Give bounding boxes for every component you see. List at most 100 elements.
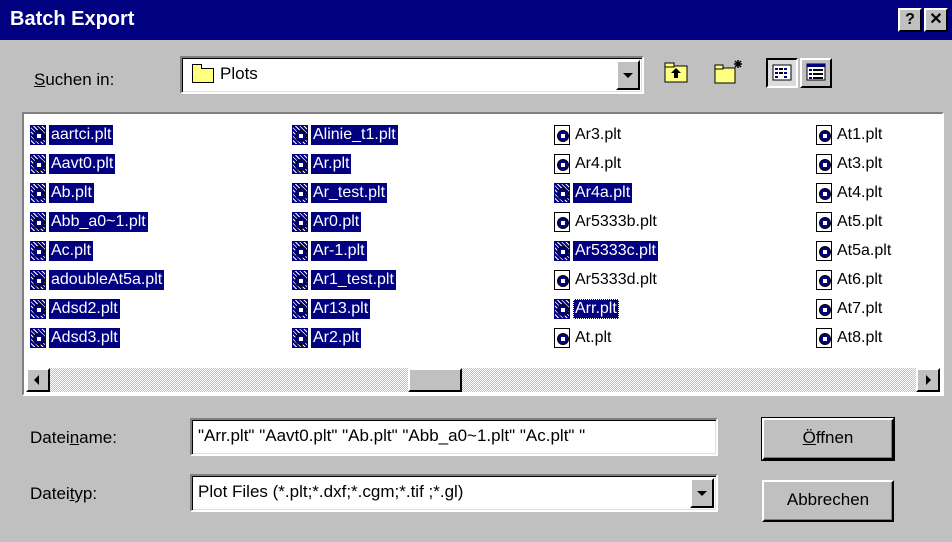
- horizontal-scrollbar[interactable]: [26, 368, 940, 392]
- filename-value: "Arr.plt" "Aavt0.plt" "Ab.plt" "Abb_a0~1…: [198, 426, 586, 445]
- file-item[interactable]: Ab.plt: [30, 178, 164, 207]
- file-name: aartci.plt: [49, 124, 114, 145]
- look-in-value: Plots: [220, 64, 258, 83]
- file-item[interactable]: Ac.plt: [30, 236, 164, 265]
- plot-file-icon: [554, 182, 570, 203]
- file-item[interactable]: Adsd2.plt: [30, 294, 164, 323]
- file-column: At1.plt At3.plt At4.plt At5.plt At5a.plt At6.…: [816, 120, 893, 352]
- look-in-combobox[interactable]: Plots: [180, 56, 644, 94]
- file-item[interactable]: Alinie_t1.plt: [292, 120, 398, 149]
- file-column: aartci.plt Aavt0.plt Ab.plt Abb_a0~1.plt Ac.…: [30, 120, 165, 352]
- plot-file-icon: [554, 269, 570, 290]
- plot-file-icon: [816, 240, 832, 261]
- up-folder-button[interactable]: [660, 58, 692, 88]
- filetype-dropdown-button[interactable]: [690, 478, 714, 508]
- file-item[interactable]: At6.plt: [816, 265, 893, 294]
- file-item[interactable]: Ar1_test.plt: [292, 265, 398, 294]
- file-item[interactable]: aartci.plt: [30, 120, 164, 149]
- plot-file-icon: [292, 298, 308, 319]
- file-item[interactable]: At5a.plt: [816, 236, 893, 265]
- file-item[interactable]: Ar3.plt: [554, 120, 659, 149]
- file-name: Abb_a0~1.plt: [49, 211, 148, 232]
- plot-file-icon: [292, 182, 308, 203]
- file-item[interactable]: Abb_a0~1.plt: [30, 207, 164, 236]
- file-name: Alinie_t1.plt: [311, 124, 398, 145]
- file-item[interactable]: Aavt0.plt: [30, 149, 164, 178]
- help-button[interactable]: ?: [898, 8, 922, 32]
- plot-file-icon: [30, 153, 46, 174]
- file-name: At6.plt: [837, 270, 883, 288]
- plot-file-icon: [554, 240, 570, 261]
- file-item[interactable]: Ar-1.plt: [292, 236, 398, 265]
- plot-file-icon: [816, 124, 832, 145]
- file-name: Ar1_test.plt: [311, 269, 396, 290]
- file-name: At5.plt: [837, 212, 883, 230]
- plot-file-icon: [554, 211, 570, 232]
- file-name: At4.plt: [837, 183, 883, 201]
- file-item[interactable]: Ar13.plt: [292, 294, 398, 323]
- plot-file-icon: [816, 211, 832, 232]
- list-view-icon: [772, 64, 792, 81]
- plot-file-icon: [30, 298, 46, 319]
- file-name: Aavt0.plt: [49, 153, 116, 174]
- file-name: At5a.plt: [837, 241, 892, 259]
- file-item[interactable]: Ar_test.plt: [292, 178, 398, 207]
- file-name: Ab.plt: [49, 182, 94, 203]
- file-item[interactable]: At4.plt: [816, 178, 893, 207]
- file-item[interactable]: Adsd3.plt: [30, 323, 164, 352]
- file-item[interactable]: adoubleAt5a.plt: [30, 265, 165, 294]
- folder-icon: [192, 64, 214, 83]
- file-column: Alinie_t1.plt Ar.plt Ar_test.plt Ar0.plt Ar-…: [292, 120, 398, 352]
- file-item[interactable]: Arr.plt: [554, 294, 659, 323]
- file-item[interactable]: At.plt: [554, 323, 659, 352]
- new-folder-button[interactable]: [712, 58, 744, 88]
- file-item[interactable]: Ar4a.plt: [554, 178, 659, 207]
- filetype-select[interactable]: Plot Files (*.plt;*.dxf;*.cgm;*.tif ;*.g…: [190, 474, 718, 512]
- plot-file-icon: [30, 211, 46, 232]
- plot-file-icon: [816, 327, 832, 348]
- file-name: Ar4.plt: [575, 154, 622, 172]
- plot-file-icon: [30, 124, 46, 145]
- plot-file-icon: [554, 298, 570, 319]
- file-name: At8.plt: [837, 328, 883, 346]
- file-name: At1.plt: [837, 125, 883, 143]
- file-item[interactable]: Ar5333d.plt: [554, 265, 659, 294]
- file-name: At3.plt: [837, 154, 883, 172]
- close-button[interactable]: ✕: [924, 8, 948, 32]
- plot-file-icon: [292, 153, 308, 174]
- filename-input[interactable]: "Arr.plt" "Aavt0.plt" "Ab.plt" "Abb_a0~1…: [190, 418, 718, 456]
- file-item[interactable]: At7.plt: [816, 294, 893, 323]
- file-item[interactable]: Ar5333c.plt: [554, 236, 659, 265]
- file-item[interactable]: Ar2.plt: [292, 323, 398, 352]
- file-list[interactable]: aartci.plt Aavt0.plt Ab.plt Abb_a0~1.plt Ac.…: [22, 112, 944, 396]
- plot-file-icon: [30, 269, 46, 290]
- cancel-button[interactable]: Abbrechen: [762, 480, 894, 522]
- list-view-button[interactable]: [766, 58, 798, 88]
- details-view-button[interactable]: [800, 58, 832, 88]
- plot-file-icon: [816, 182, 832, 203]
- filetype-label: Dateityp:: [30, 484, 98, 503]
- scroll-thumb[interactable]: [408, 368, 462, 392]
- open-button[interactable]: Öffnen: [761, 417, 895, 461]
- scroll-right-button[interactable]: [916, 368, 940, 392]
- file-name: Ar.plt: [311, 153, 352, 174]
- file-item[interactable]: Ar.plt: [292, 149, 398, 178]
- file-item[interactable]: At3.plt: [816, 149, 893, 178]
- look-in-dropdown-button[interactable]: [616, 60, 640, 90]
- file-name: Adsd2.plt: [49, 298, 120, 319]
- file-item[interactable]: At5.plt: [816, 207, 893, 236]
- file-name: Ar3.plt: [575, 125, 622, 143]
- up-folder-icon: [664, 62, 688, 83]
- file-item[interactable]: At8.plt: [816, 323, 893, 352]
- file-item[interactable]: Ar4.plt: [554, 149, 659, 178]
- look-in-label: Suchen in:: [34, 70, 115, 89]
- scroll-left-button[interactable]: [26, 368, 50, 392]
- file-item[interactable]: At1.plt: [816, 120, 893, 149]
- plot-file-icon: [554, 153, 570, 174]
- file-item[interactable]: Ar0.plt: [292, 207, 398, 236]
- plot-file-icon: [292, 124, 308, 145]
- new-folder-icon: [714, 60, 742, 84]
- file-item[interactable]: Ar5333b.plt: [554, 207, 659, 236]
- title-bar: Batch Export ? ✕: [0, 0, 952, 40]
- details-view-icon: [806, 63, 826, 81]
